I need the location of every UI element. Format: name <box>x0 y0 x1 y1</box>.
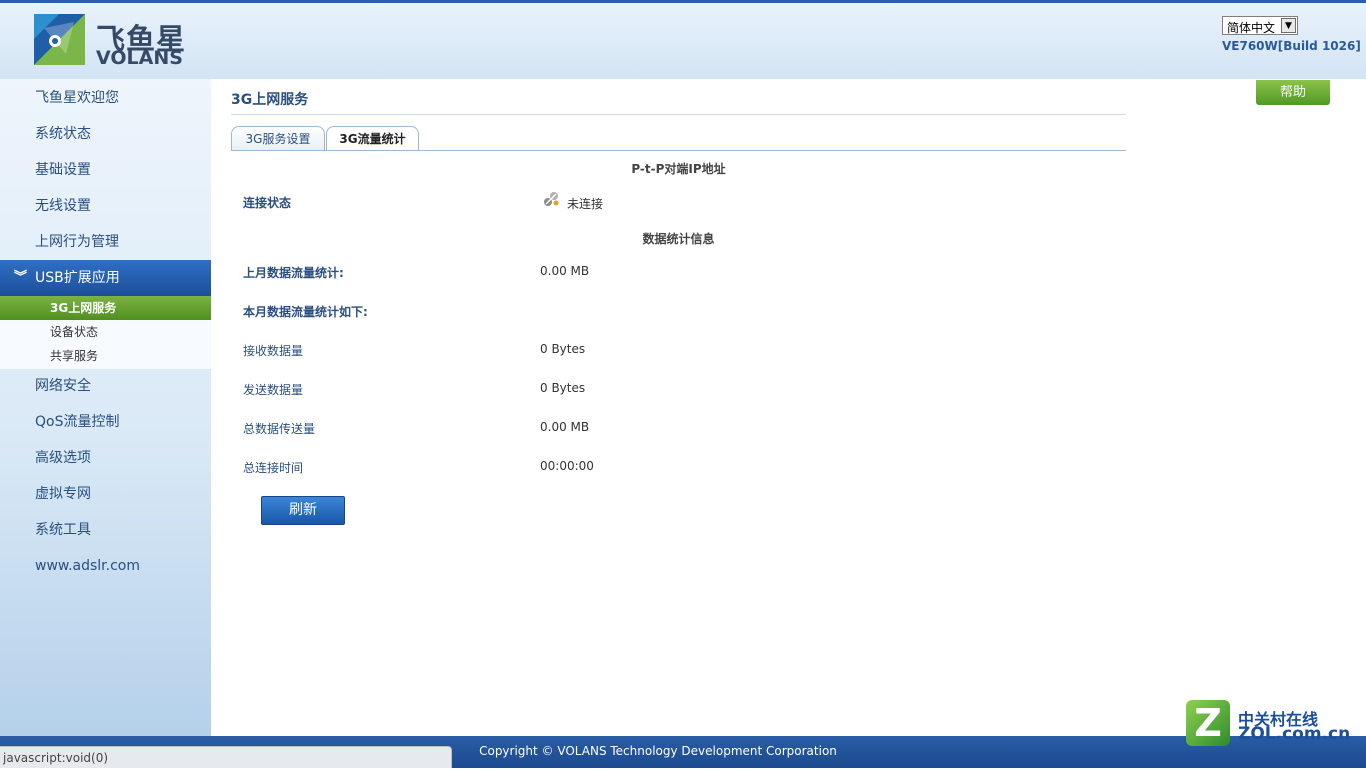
sidebar-item-network-security[interactable]: 网络安全 <box>0 368 211 404</box>
received-value: 0 Bytes <box>540 342 586 356</box>
sidebar-item-system-tools[interactable]: 系统工具 <box>0 512 211 548</box>
page-title: 3G上网服务 <box>231 92 309 108</box>
zol-logo-icon: Z <box>1186 700 1230 746</box>
sidebar-item-label: USB扩展应用 <box>35 270 120 286</box>
header: 飞鱼星 VOLANS 简体中文 ▼ VE760W[Build 1026] <box>0 3 1366 80</box>
sidebar-item-behavior-management[interactable]: 上网行为管理 <box>0 224 211 260</box>
refresh-button[interactable]: 刷新 <box>261 496 345 525</box>
language-select-value: 简体中文 <box>1227 21 1276 35</box>
tab-3g-service-settings[interactable]: 3G服务设置 <box>231 126 325 150</box>
connection-status-value: 未连接 <box>567 197 604 211</box>
sidebar-item-qos[interactable]: QoS流量控制 <box>0 404 211 440</box>
disconnected-icon <box>544 192 559 206</box>
sidebar-item-vpn[interactable]: 虚拟专网 <box>0 476 211 512</box>
subnav-3g-service[interactable]: 3G上网服务 <box>0 296 211 320</box>
last-month-label: 上月数据流量统计: <box>243 266 344 280</box>
tabs-divider <box>231 150 1126 151</box>
received-label: 接收数据量 <box>243 344 304 358</box>
ptp-heading: P-t-P对端IP地址 <box>631 162 726 176</box>
tab-3g-traffic-stats[interactable]: 3G流量统计 <box>326 126 419 151</box>
subnav-share-service[interactable]: 共享服务 <box>0 344 211 368</box>
logo: 飞鱼星 VOLANS <box>34 14 194 70</box>
main-content: 3G上网服务 帮助 3G服务设置 3G流量统计 P-t-P对端IP地址 连接状态… <box>211 79 1366 736</box>
sidebar-item-basic-settings[interactable]: 基础设置 <box>0 152 211 188</box>
sent-label: 发送数据量 <box>243 383 304 397</box>
language-select[interactable]: 简体中文 ▼ <box>1222 16 1298 35</box>
sent-value: 0 Bytes <box>540 381 586 395</box>
total-time-value: 00:00:00 <box>540 459 594 473</box>
browser-status-bar: javascript:void(0) <box>0 746 452 768</box>
subnav-device-status[interactable]: 设备状态 <box>0 320 211 344</box>
sidebar: 飞鱼星欢迎您 系统状态 基础设置 无线设置 上网行为管理 ︾ USB扩展应用 3… <box>0 79 211 736</box>
watermark-en-text: ZOL.com.cn <box>1238 724 1351 744</box>
this-month-label: 本月数据流量统计如下: <box>243 305 368 319</box>
sidebar-item-system-status[interactable]: 系统状态 <box>0 116 211 152</box>
logo-icon <box>34 14 85 65</box>
sidebar-item-wireless-settings[interactable]: 无线设置 <box>0 188 211 224</box>
sidebar-item-advanced[interactable]: 高级选项 <box>0 440 211 476</box>
connection-status-label: 连接状态 <box>243 196 292 210</box>
firmware-build: VE760W[Build 1026] <box>1222 39 1361 53</box>
total-transfer-value: 0.00 MB <box>540 420 590 434</box>
title-divider <box>231 114 1126 115</box>
last-month-value: 0.00 MB <box>540 264 590 278</box>
sidebar-item-welcome[interactable]: 飞鱼星欢迎您 <box>0 80 211 116</box>
total-transfer-label: 总数据传送量 <box>243 422 316 436</box>
help-button[interactable]: 帮助 <box>1256 80 1330 105</box>
total-time-label: 总连接时间 <box>243 461 304 475</box>
zol-watermark: Z 中关村在线 ZOL.com.cn <box>1186 700 1356 750</box>
chevron-down-icon[interactable]: ▼ <box>1281 18 1296 33</box>
double-chevron-down-icon: ︾ <box>14 270 28 285</box>
stats-heading: 数据统计信息 <box>642 232 715 246</box>
usb-submenu: 3G上网服务 设备状态 共享服务 <box>0 296 211 369</box>
sidebar-item-website-link[interactable]: www.adslr.com <box>0 548 211 584</box>
sidebar-item-usb-extension[interactable]: ︾ USB扩展应用 <box>0 260 211 296</box>
logo-en-text: VOLANS <box>96 47 183 69</box>
